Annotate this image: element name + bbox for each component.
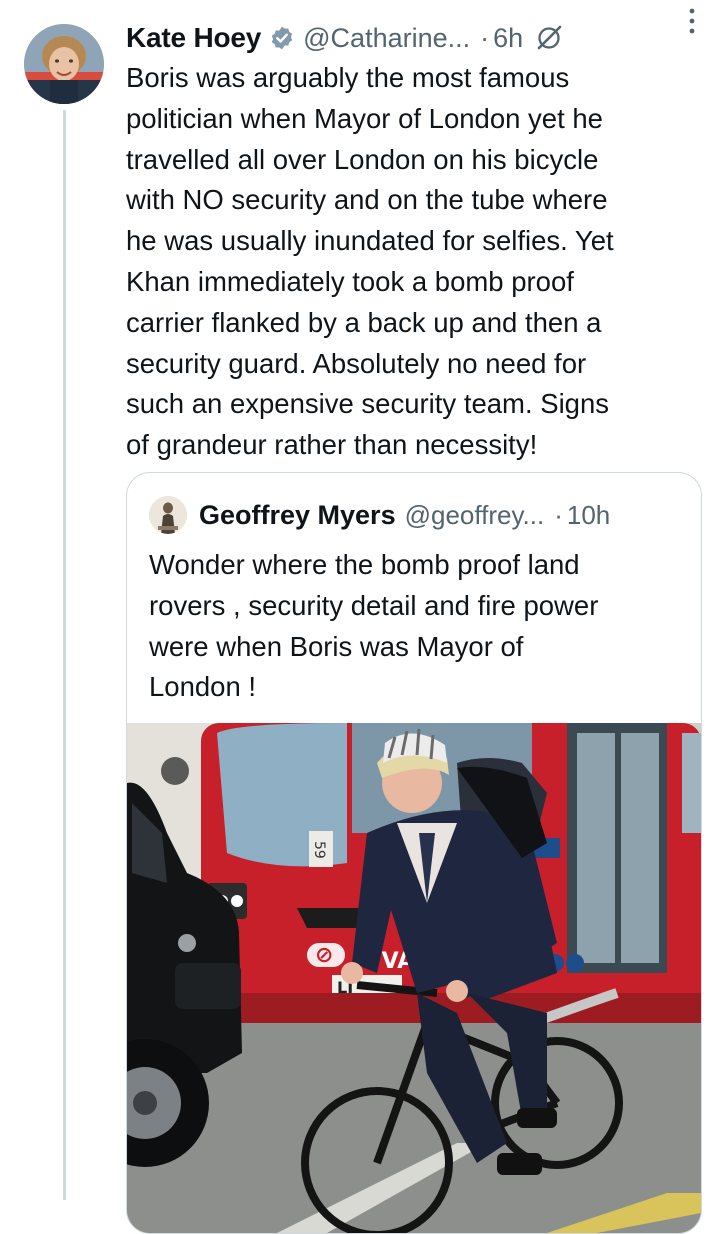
quoted-separator-dot: · bbox=[554, 499, 563, 530]
more-options-icon[interactable] bbox=[686, 6, 698, 36]
quoted-tweet-header: Geoffrey Myers @geoffrey... · 10h bbox=[149, 496, 610, 534]
tweet-text: Boris was arguably the most famous polit… bbox=[126, 62, 614, 461]
author-handle[interactable]: @Catharine... bbox=[303, 23, 470, 54]
author-name[interactable]: Kate Hoey bbox=[126, 22, 261, 54]
thread-connector-line bbox=[63, 110, 66, 1200]
quoted-tweet-text: Wonder where the bomb proof land rovers … bbox=[149, 549, 599, 703]
grok-icon[interactable] bbox=[535, 24, 563, 52]
svg-text:⊘: ⊘ bbox=[315, 943, 333, 968]
quoted-author-avatar[interactable] bbox=[149, 496, 187, 534]
quoted-avatar-photo bbox=[149, 496, 187, 534]
separator-dot: · bbox=[480, 22, 490, 53]
avatar-photo bbox=[24, 24, 104, 104]
quoted-tweet-time[interactable]: 10h bbox=[567, 500, 610, 531]
author-avatar[interactable] bbox=[24, 24, 104, 104]
quoted-author-handle[interactable]: @geoffrey... bbox=[405, 500, 545, 531]
tweet-time[interactable]: 6h bbox=[493, 23, 523, 54]
quoted-tweet-photo[interactable]: 59 ⊘ A VA LJ bbox=[127, 723, 701, 1233]
verified-badge-icon bbox=[271, 26, 293, 50]
photo-cyclist-london-bus: 59 ⊘ A VA LJ bbox=[127, 723, 701, 1233]
quoted-author-name[interactable]: Geoffrey Myers bbox=[199, 500, 396, 531]
quoted-tweet-card[interactable]: Geoffrey Myers @geoffrey... · 10h Wonder… bbox=[126, 472, 702, 1234]
bus-window-sign: 59 bbox=[311, 841, 327, 859]
tweet-header: Kate Hoey @Catharine... · 6h bbox=[126, 18, 706, 58]
